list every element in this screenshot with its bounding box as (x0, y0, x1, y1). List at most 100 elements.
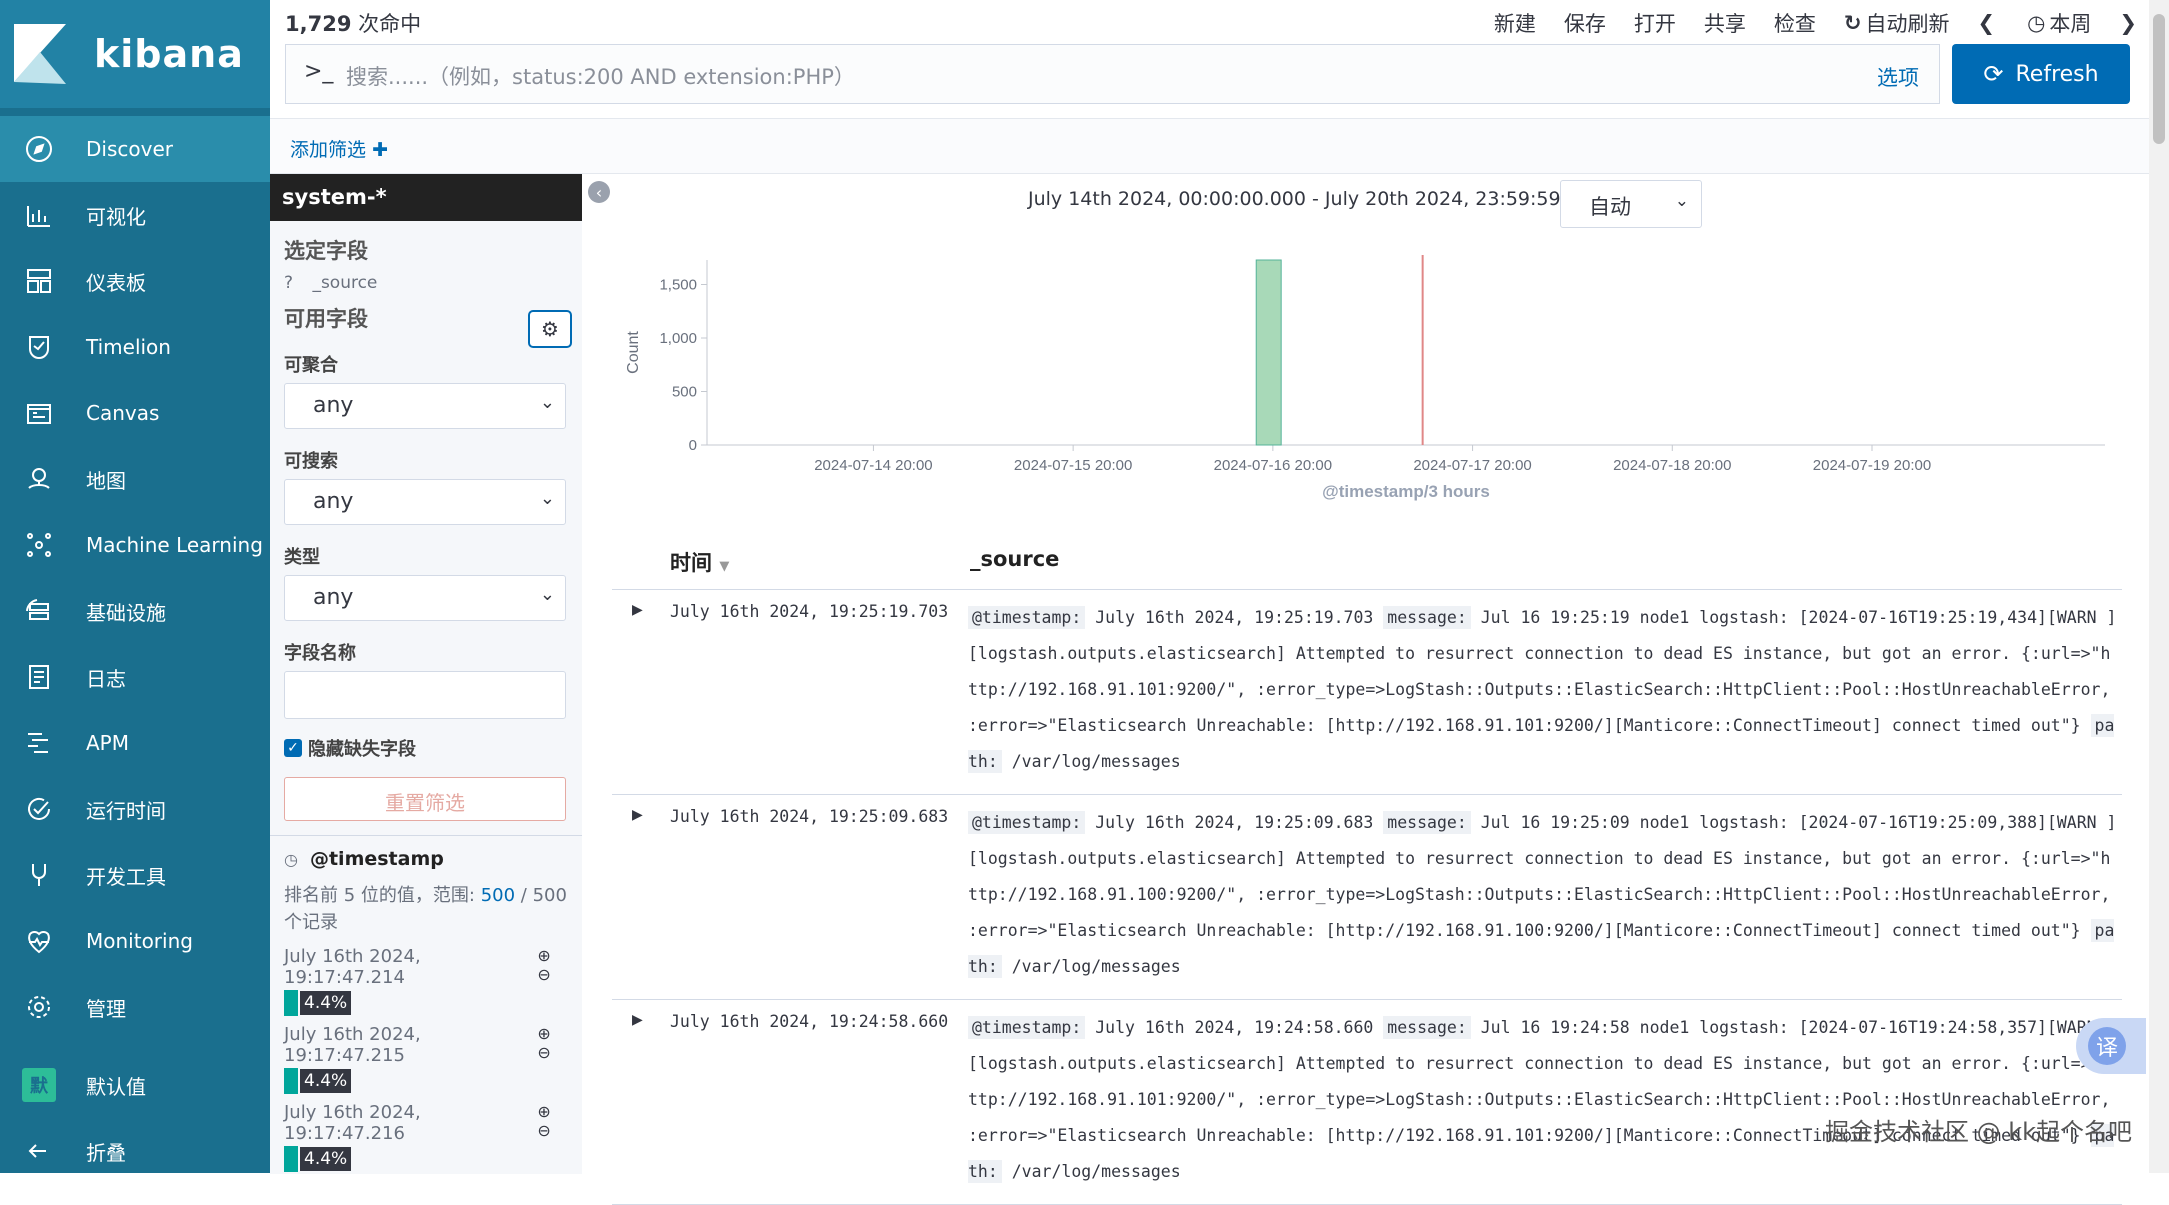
add-filter-link[interactable]: 添加筛选 ✚ (290, 135, 388, 162)
x-tick-label: 2024-07-15 20:00 (1014, 457, 1132, 474)
auto-refresh-button[interactable]: ↻ 自动刷新 (1844, 8, 1950, 38)
nav-item-devtools[interactable]: 开发工具 (0, 842, 270, 908)
reset-filters-button[interactable]: 重置筛选 (284, 777, 566, 821)
refresh-cycle-icon: ↻ (1843, 11, 1862, 35)
timelion-icon (22, 330, 56, 364)
aggregatable-select[interactable]: any ⌄ (284, 383, 566, 429)
scrollbar-thumb[interactable] (2153, 14, 2165, 144)
logs-icon (22, 660, 56, 694)
nav-item-gear[interactable]: 管理 (0, 974, 270, 1040)
search-input[interactable]: 搜索......（例如，status:200 AND extension:PHP… (346, 61, 855, 91)
selected-fields-heading: 选定字段 (284, 239, 368, 263)
nav-item-compass[interactable]: Discover (0, 116, 270, 182)
row-time: July 16th 2024, 19:24:58.660 (670, 1012, 949, 1031)
zoom-out-icon[interactable]: ⊖ (537, 1043, 550, 1062)
translate-button[interactable]: 译 (2076, 1018, 2146, 1074)
monitoring-icon (22, 924, 56, 958)
nav-item-infra[interactable]: 基础设施 (0, 578, 270, 644)
source-field[interactable]: ? _source (270, 265, 582, 293)
top-value-label: July 16th 2024, 19:17:47.214 (284, 946, 421, 988)
nav-item-label: 地图 (86, 468, 126, 493)
page-scrollbar[interactable] (2149, 0, 2169, 1173)
time-prev-button[interactable]: ❮ (1977, 8, 1999, 38)
nav-item-logs[interactable]: 日志 (0, 644, 270, 710)
interval-select[interactable]: 自动 ⌄ (1560, 180, 1702, 228)
percentage-label: 4.4% (300, 991, 352, 1015)
type-select[interactable]: any ⌄ (284, 575, 566, 621)
y-axis-label: Count (625, 331, 642, 374)
top-value-bar: 4.4% (284, 1068, 582, 1094)
top-value-row: July 16th 2024, 19:17:47.214 ⊕ ⊖ (270, 946, 582, 988)
y-tick-label: 1,000 (659, 330, 697, 347)
clock-icon: ◷ (2027, 11, 2046, 35)
search-options-link[interactable]: 选项 (1877, 62, 1919, 92)
nav-item-ml[interactable]: Machine Learning (0, 512, 270, 578)
nav-item-monitoring[interactable]: Monitoring (0, 908, 270, 974)
nav-item-map[interactable]: 地图 (0, 446, 270, 512)
index-pattern-selector[interactable]: system-* (270, 174, 582, 221)
clock-icon: ◷ (284, 849, 298, 869)
unknown-type-icon: ? (284, 273, 294, 293)
time-picker-button[interactable]: ◷ 本周 (2027, 8, 2091, 38)
field-name-input[interactable] (284, 671, 566, 719)
zoom-out-icon[interactable]: ⊖ (537, 965, 550, 984)
zoom-out-icon[interactable]: ⊖ (537, 1121, 550, 1140)
zoom-in-icon[interactable]: ⊕ (537, 946, 550, 965)
timestamp-field[interactable]: ◷ @timestamp (270, 848, 582, 870)
field-value: Jul 16 19:25:09 node1 logstash: [2024-07… (968, 813, 2117, 940)
x-tick-label: 2024-07-16 20:00 (1214, 457, 1332, 474)
menu-new[interactable]: 新建 (1494, 8, 1536, 38)
field-value: July 16th 2024, 19:25:09.683 (1085, 813, 1384, 832)
top-menu: 新建 保存 打开 共享 检查 ↻ 自动刷新 ❮ ◷ 本周 ❯ (1466, 8, 2141, 38)
searchable-select[interactable]: any ⌄ (284, 479, 566, 525)
expand-row-icon[interactable]: ▶ (632, 602, 643, 618)
top5-summary: 排名前 5 位的值，范围: 500 / 500 个记录 (284, 885, 567, 933)
y-tick-label: 0 (689, 437, 697, 454)
compass-icon (22, 132, 56, 166)
expand-row-icon[interactable]: ▶ (632, 1012, 643, 1028)
app-name: kibana (94, 32, 244, 76)
histogram-chart: 0 500 1,000 1,500 2024-07-14 20:00 2024-07-15… (620, 245, 2120, 515)
hits-count: 1,729 次命中 (285, 12, 422, 36)
time-column-header[interactable]: 时间 ▼ (670, 547, 729, 577)
zoom-in-icon[interactable]: ⊕ (537, 1102, 550, 1121)
refresh-button[interactable]: ⟳ Refresh (1952, 44, 2130, 104)
field-key: message: (1383, 606, 1471, 629)
top5-count-link[interactable]: 500 (481, 885, 515, 906)
nav-item-label: Monitoring (86, 929, 193, 953)
nav-item-collapse[interactable]: 折叠 (0, 1118, 270, 1184)
kibana-logo (14, 24, 66, 84)
visualize-icon (22, 198, 56, 232)
translate-icon: 译 (2088, 1027, 2126, 1065)
document-table: 时间 ▼ _source ▶ July 16th 2024, 19:25:19.7… (612, 535, 2122, 1205)
top-value-row: July 16th 2024, 19:17:47.215 ⊕ ⊖ (270, 1024, 582, 1066)
menu-save[interactable]: 保存 (1564, 8, 1606, 38)
field-key: @timestamp: (968, 1016, 1086, 1039)
ml-icon (22, 528, 56, 562)
map-icon (22, 462, 56, 496)
menu-open[interactable]: 打开 (1634, 8, 1676, 38)
search-bar[interactable]: >_ 搜索......（例如，status:200 AND extension:… (285, 44, 1940, 104)
time-next-button[interactable]: ❯ (2119, 8, 2141, 38)
collapse-icon (22, 1134, 56, 1168)
field-settings-gear-icon[interactable]: ⚙ (528, 310, 572, 348)
zoom-in-icon[interactable]: ⊕ (537, 1024, 550, 1043)
x-tick-label: 2024-07-17 20:00 (1413, 457, 1531, 474)
gear-icon (22, 990, 56, 1024)
nav-item-timelion[interactable]: Timelion (0, 314, 270, 380)
hide-missing-checkbox[interactable]: ✓ 隐藏缺失字段 (270, 735, 582, 761)
nav-item-space[interactable]: 默 默认值 (0, 1052, 270, 1118)
nav-item-canvas[interactable]: Canvas (0, 380, 270, 446)
nav-item-apm[interactable]: APM (0, 710, 270, 776)
nav-item-dashboard[interactable]: 仪表板 (0, 248, 270, 314)
kibana-brand[interactable]: kibana (0, 0, 270, 108)
menu-inspect[interactable]: 检查 (1774, 8, 1816, 38)
nav-item-uptime[interactable]: 运行时间 (0, 776, 270, 842)
menu-share[interactable]: 共享 (1704, 8, 1746, 38)
nav-item-visualize[interactable]: 可视化 (0, 182, 270, 248)
uptime-icon (22, 792, 56, 826)
sort-down-icon: ▼ (719, 559, 730, 574)
expand-row-icon[interactable]: ▶ (632, 807, 643, 823)
field-key: @timestamp: (968, 811, 1086, 834)
collapse-sidebar-button[interactable]: ‹ (588, 181, 610, 203)
